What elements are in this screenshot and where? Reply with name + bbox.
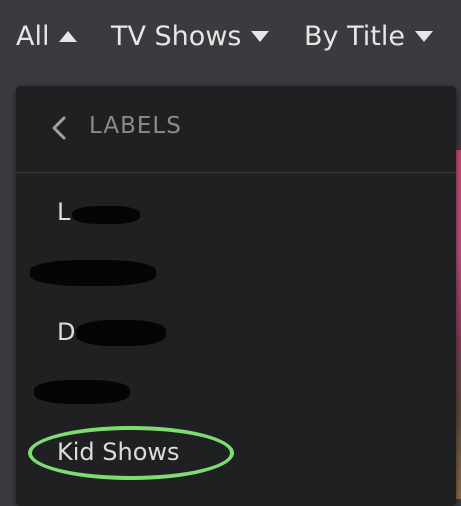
caret-down-icon	[414, 30, 433, 42]
filter-sort-label: By Title	[304, 20, 405, 52]
label-item[interactable]: L	[16, 186, 456, 242]
filter-section-label: TV Shows	[111, 20, 242, 52]
dropdown-title: LABELS	[89, 113, 182, 139]
chevron-left-icon[interactable]	[49, 116, 69, 140]
label-item-text: L	[57, 198, 71, 226]
redaction-mark	[72, 206, 140, 224]
filter-all-dropdown[interactable]: All	[16, 18, 78, 54]
label-item-text: D	[57, 318, 76, 346]
caret-down-icon	[251, 30, 270, 42]
label-item[interactable]: D	[16, 306, 456, 362]
labels-dropdown-menu: LABELS L D Kid Shows	[16, 86, 456, 506]
filter-bar: All TV Shows By Title	[0, 0, 461, 78]
caret-up-icon	[59, 30, 78, 42]
redaction-mark	[76, 320, 166, 346]
label-item[interactable]	[16, 366, 456, 422]
redaction-mark	[30, 260, 156, 286]
redaction-mark	[34, 380, 130, 404]
filter-all-label: All	[16, 20, 50, 52]
dropdown-header: LABELS	[16, 86, 456, 173]
filter-sort-dropdown[interactable]: By Title	[304, 18, 433, 54]
highlight-annotation	[28, 426, 234, 480]
filter-section-dropdown[interactable]: TV Shows	[111, 18, 270, 54]
label-item[interactable]	[16, 246, 456, 302]
